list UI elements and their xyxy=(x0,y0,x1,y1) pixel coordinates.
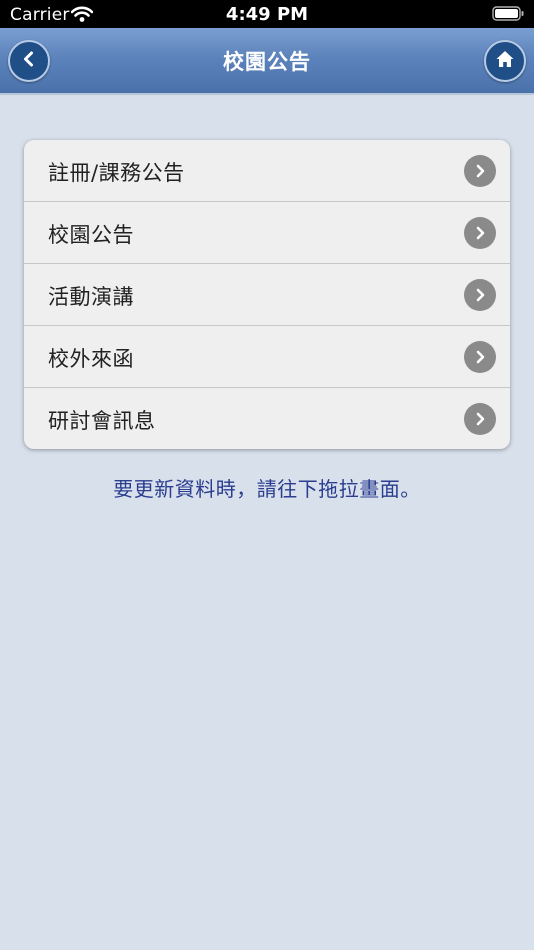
menu-item-label: 研討會訊息 xyxy=(48,409,156,433)
announcement-menu: 註冊/課務公告 校園公告 活動演講 校外來函 研討會訊息 xyxy=(24,140,510,449)
chevron-right-icon xyxy=(464,341,496,373)
menu-item-label: 校園公告 xyxy=(48,223,134,247)
chevron-right-icon xyxy=(464,217,496,249)
battery-icon xyxy=(492,6,524,25)
navigation-bar: 校園公告 xyxy=(0,28,534,95)
chevron-right-icon xyxy=(464,279,496,311)
menu-item-registration-course[interactable]: 註冊/課務公告 xyxy=(24,140,510,202)
menu-item-label: 活動演講 xyxy=(48,285,134,309)
menu-item-label: 校外來函 xyxy=(48,347,134,371)
chevron-right-icon xyxy=(464,403,496,435)
clock: 4:49 PM xyxy=(225,4,309,25)
home-icon xyxy=(495,49,515,73)
menu-item-events-lectures[interactable]: 活動演講 xyxy=(24,264,510,326)
page-title: 校園公告 xyxy=(223,50,311,74)
status-bar: Carrier 4:49 PM xyxy=(0,0,534,28)
menu-item-external-letters[interactable]: 校外來函 xyxy=(24,326,510,388)
chevron-right-icon xyxy=(464,155,496,187)
menu-item-label: 註冊/課務公告 xyxy=(48,161,185,185)
home-button[interactable] xyxy=(484,40,526,82)
pull-to-refresh-hint: 要更新資料時，請往下拖拉畫面。 xyxy=(113,477,421,501)
menu-item-seminars[interactable]: 研討會訊息 xyxy=(24,388,510,449)
menu-item-campus[interactable]: 校園公告 xyxy=(24,202,510,264)
